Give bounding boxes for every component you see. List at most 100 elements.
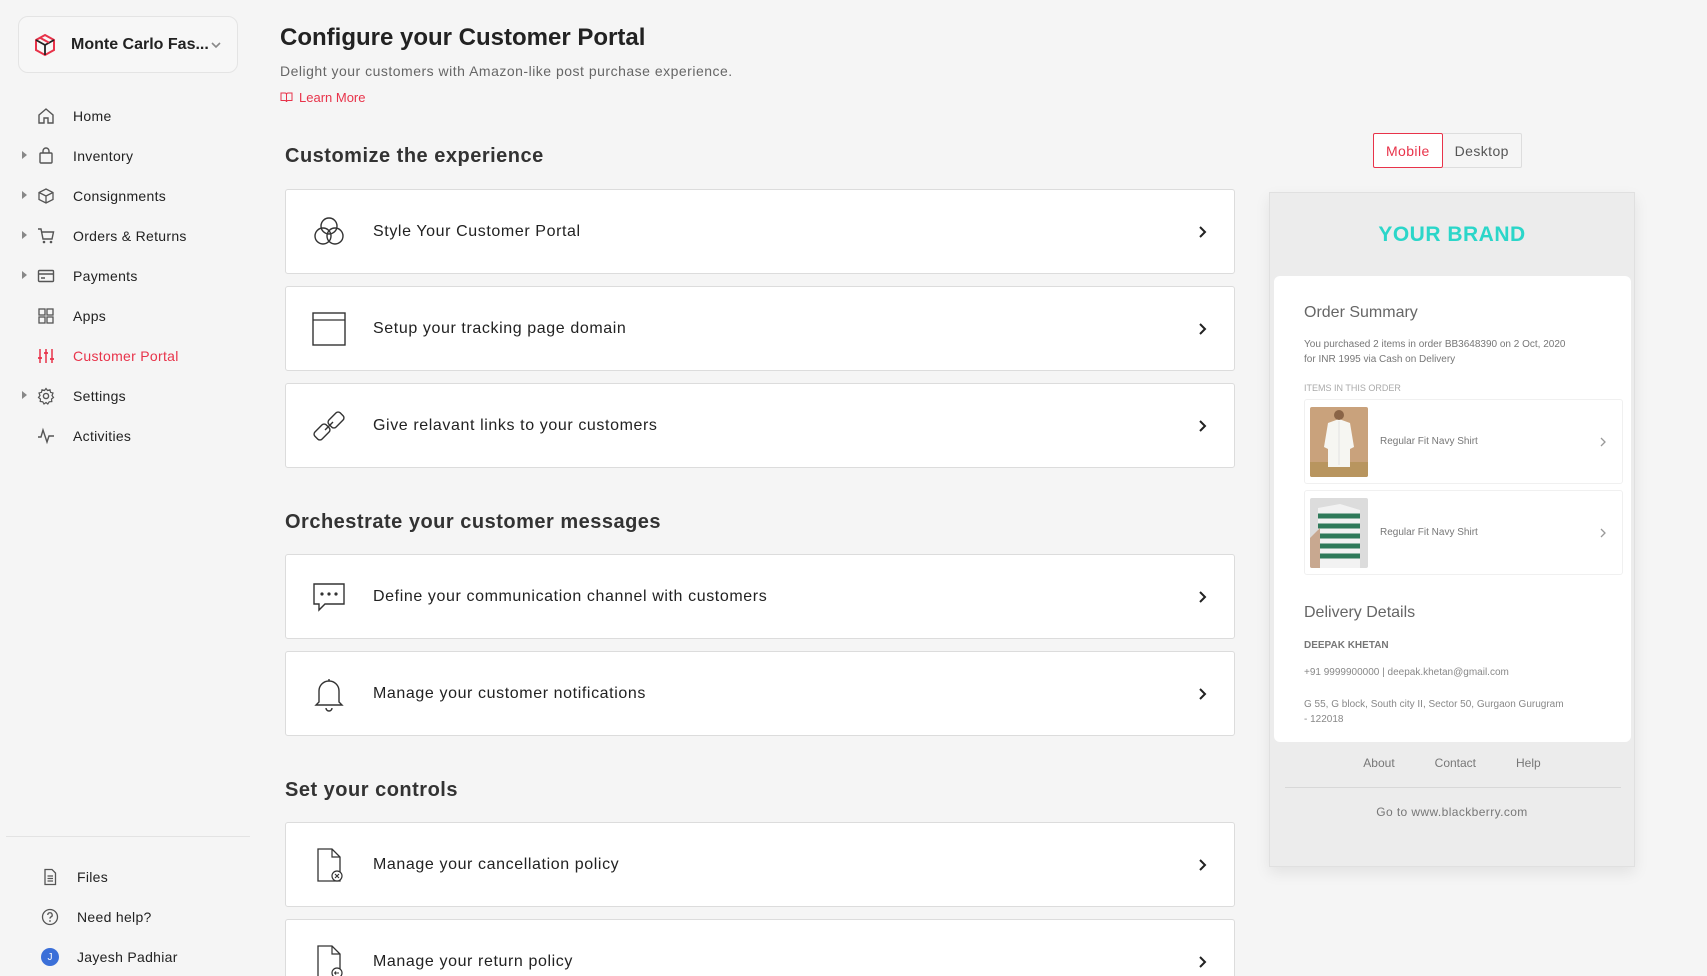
sidebar-item-label: Need help? [77,909,152,925]
sidebar-item-orders-returns[interactable]: Orders & Returns [0,216,252,256]
user-name: Jayesh Padhiar [77,949,178,965]
grid-icon [36,306,56,326]
order-summary-title: Order Summary [1304,304,1418,321]
browser-icon [311,311,347,347]
card-icon [36,266,56,286]
footer-link-help[interactable]: Help [1516,756,1541,770]
learn-more-label: Learn More [299,90,366,105]
org-name: Monte Carlo Fas... [71,35,209,53]
chevron-right-icon [1199,322,1207,335]
cart-icon [36,226,56,246]
doc-return-icon [311,944,347,976]
toggle-desktop[interactable]: Desktop [1442,133,1522,168]
product-image [1310,497,1368,568]
sidebar-item-user[interactable]: J Jayesh Padhiar [0,937,252,976]
preview-footer-links: About Contact Help [1270,756,1634,770]
caret-right-icon[interactable] [22,391,27,399]
sidebar-item-home[interactable]: Home [0,96,252,136]
sidebar-item-label: Apps [73,308,107,324]
sidebar-item-files[interactable]: Files [0,857,252,897]
org-switcher[interactable]: Monte Carlo Fas... [18,16,238,73]
chevron-right-icon [1600,437,1606,446]
sidebar-item-payments[interactable]: Payments [0,256,252,296]
learn-more-link[interactable]: Learn More [280,90,365,105]
sidebar-item-apps[interactable]: Apps [0,296,252,336]
portal-preview: YOUR BRAND Order Summary You purchased 2… [1269,192,1635,867]
section-title-controls: Set your controls [285,779,458,801]
sidebar-item-settings[interactable]: Settings [0,376,252,416]
list-item[interactable]: Regular Fit Navy Shirt [1304,399,1623,484]
card-label: Setup your tracking page domain [373,319,627,337]
sidebar-item-label: Settings [73,388,126,404]
sidebar-divider [6,836,250,837]
sliders-icon [36,346,56,366]
chat-icon [311,579,347,615]
chevron-right-icon [1199,858,1207,871]
sidebar-item-label: Home [73,108,112,124]
sidebar-item-consignments[interactable]: Consignments [0,176,252,216]
card-label: Style Your Customer Portal [373,222,581,240]
circles-icon [311,214,347,250]
chevron-right-icon [1199,590,1207,603]
sidebar-item-label: Payments [73,268,138,284]
sidebar-nav: Home Inventory Consignments Orders & Ret… [0,96,252,456]
card-communication-channel[interactable]: Define your communication channel with c… [285,554,1235,639]
activity-icon [36,426,56,446]
delivery-details-title: Delivery Details [1304,604,1416,621]
sidebar-bottom-nav: Files Need help? J Jayesh Padhiar [0,857,252,976]
footer-link-about[interactable]: About [1363,756,1394,770]
sidebar-item-activities[interactable]: Activities [0,416,252,456]
doc-cancel-icon [311,847,347,883]
caret-right-icon[interactable] [22,231,27,239]
sidebar-item-label: Consignments [73,188,167,204]
items-heading: ITEMS IN THIS ORDER [1304,383,1401,393]
list-item[interactable]: Regular Fit Navy Shirt [1304,490,1623,575]
card-customer-notifications[interactable]: Manage your customer notifications [285,651,1235,736]
file-icon [40,867,60,887]
caret-right-icon[interactable] [22,191,27,199]
sidebar-item-label: Customer Portal [73,348,179,364]
page-subtitle: Delight your customers with Amazon-like … [280,63,733,79]
delivery-address: G 55, G block, South city II, Sector 50,… [1304,699,1564,725]
bag-icon [36,146,56,166]
item-name: Regular Fit Navy Shirt [1380,436,1478,447]
page-title: Configure your Customer Portal [280,24,646,51]
order-summary-text: You purchased 2 items in order BB3648390… [1304,339,1566,365]
card-label: Manage your cancellation policy [373,855,620,873]
sidebar-item-label: Files [77,869,109,885]
goto-website-link[interactable]: Go to www.blackberry.com [1270,805,1634,819]
caret-right-icon[interactable] [22,151,27,159]
sidebar-item-help[interactable]: Need help? [0,897,252,937]
card-label: Define your communication channel with c… [373,587,768,605]
home-icon [36,106,56,126]
sidebar-item-customer-portal[interactable]: Customer Portal [0,336,252,376]
avatar-wrap: J [40,947,60,967]
caret-right-icon[interactable] [22,271,27,279]
sidebar: Monte Carlo Fas... Home Inventory Consig… [0,0,252,976]
gear-icon [36,386,56,406]
avatar: J [41,948,59,966]
toggle-mobile[interactable]: Mobile [1373,133,1443,168]
card-tracking-domain[interactable]: Setup your tracking page domain [285,286,1235,371]
section-title-orchestrate: Orchestrate your customer messages [285,511,662,533]
product-image [1310,406,1368,477]
preview-device-toggle: Mobile Desktop [1373,133,1522,168]
bell-icon [311,676,347,712]
chevron-down-icon [211,41,221,48]
chevron-right-icon [1199,687,1207,700]
box-icon [36,186,56,206]
sidebar-item-inventory[interactable]: Inventory [0,136,252,176]
footer-link-contact[interactable]: Contact [1435,756,1476,770]
sidebar-item-label: Inventory [73,148,134,164]
chevron-right-icon [1199,955,1207,968]
help-icon [40,907,60,927]
card-return-policy[interactable]: Manage your return policy [285,919,1235,976]
section-title-customize: Customize the experience [285,145,544,167]
card-label: Give relavant links to your customers [373,416,658,434]
card-cancellation-policy[interactable]: Manage your cancellation policy [285,822,1235,907]
card-style-portal[interactable]: Style Your Customer Portal [285,189,1235,274]
sidebar-item-label: Orders & Returns [73,228,187,244]
preview-footer-divider [1285,787,1621,788]
preview-order-card: Order Summary You purchased 2 items in o… [1274,276,1631,742]
card-relevant-links[interactable]: Give relavant links to your customers [285,383,1235,468]
